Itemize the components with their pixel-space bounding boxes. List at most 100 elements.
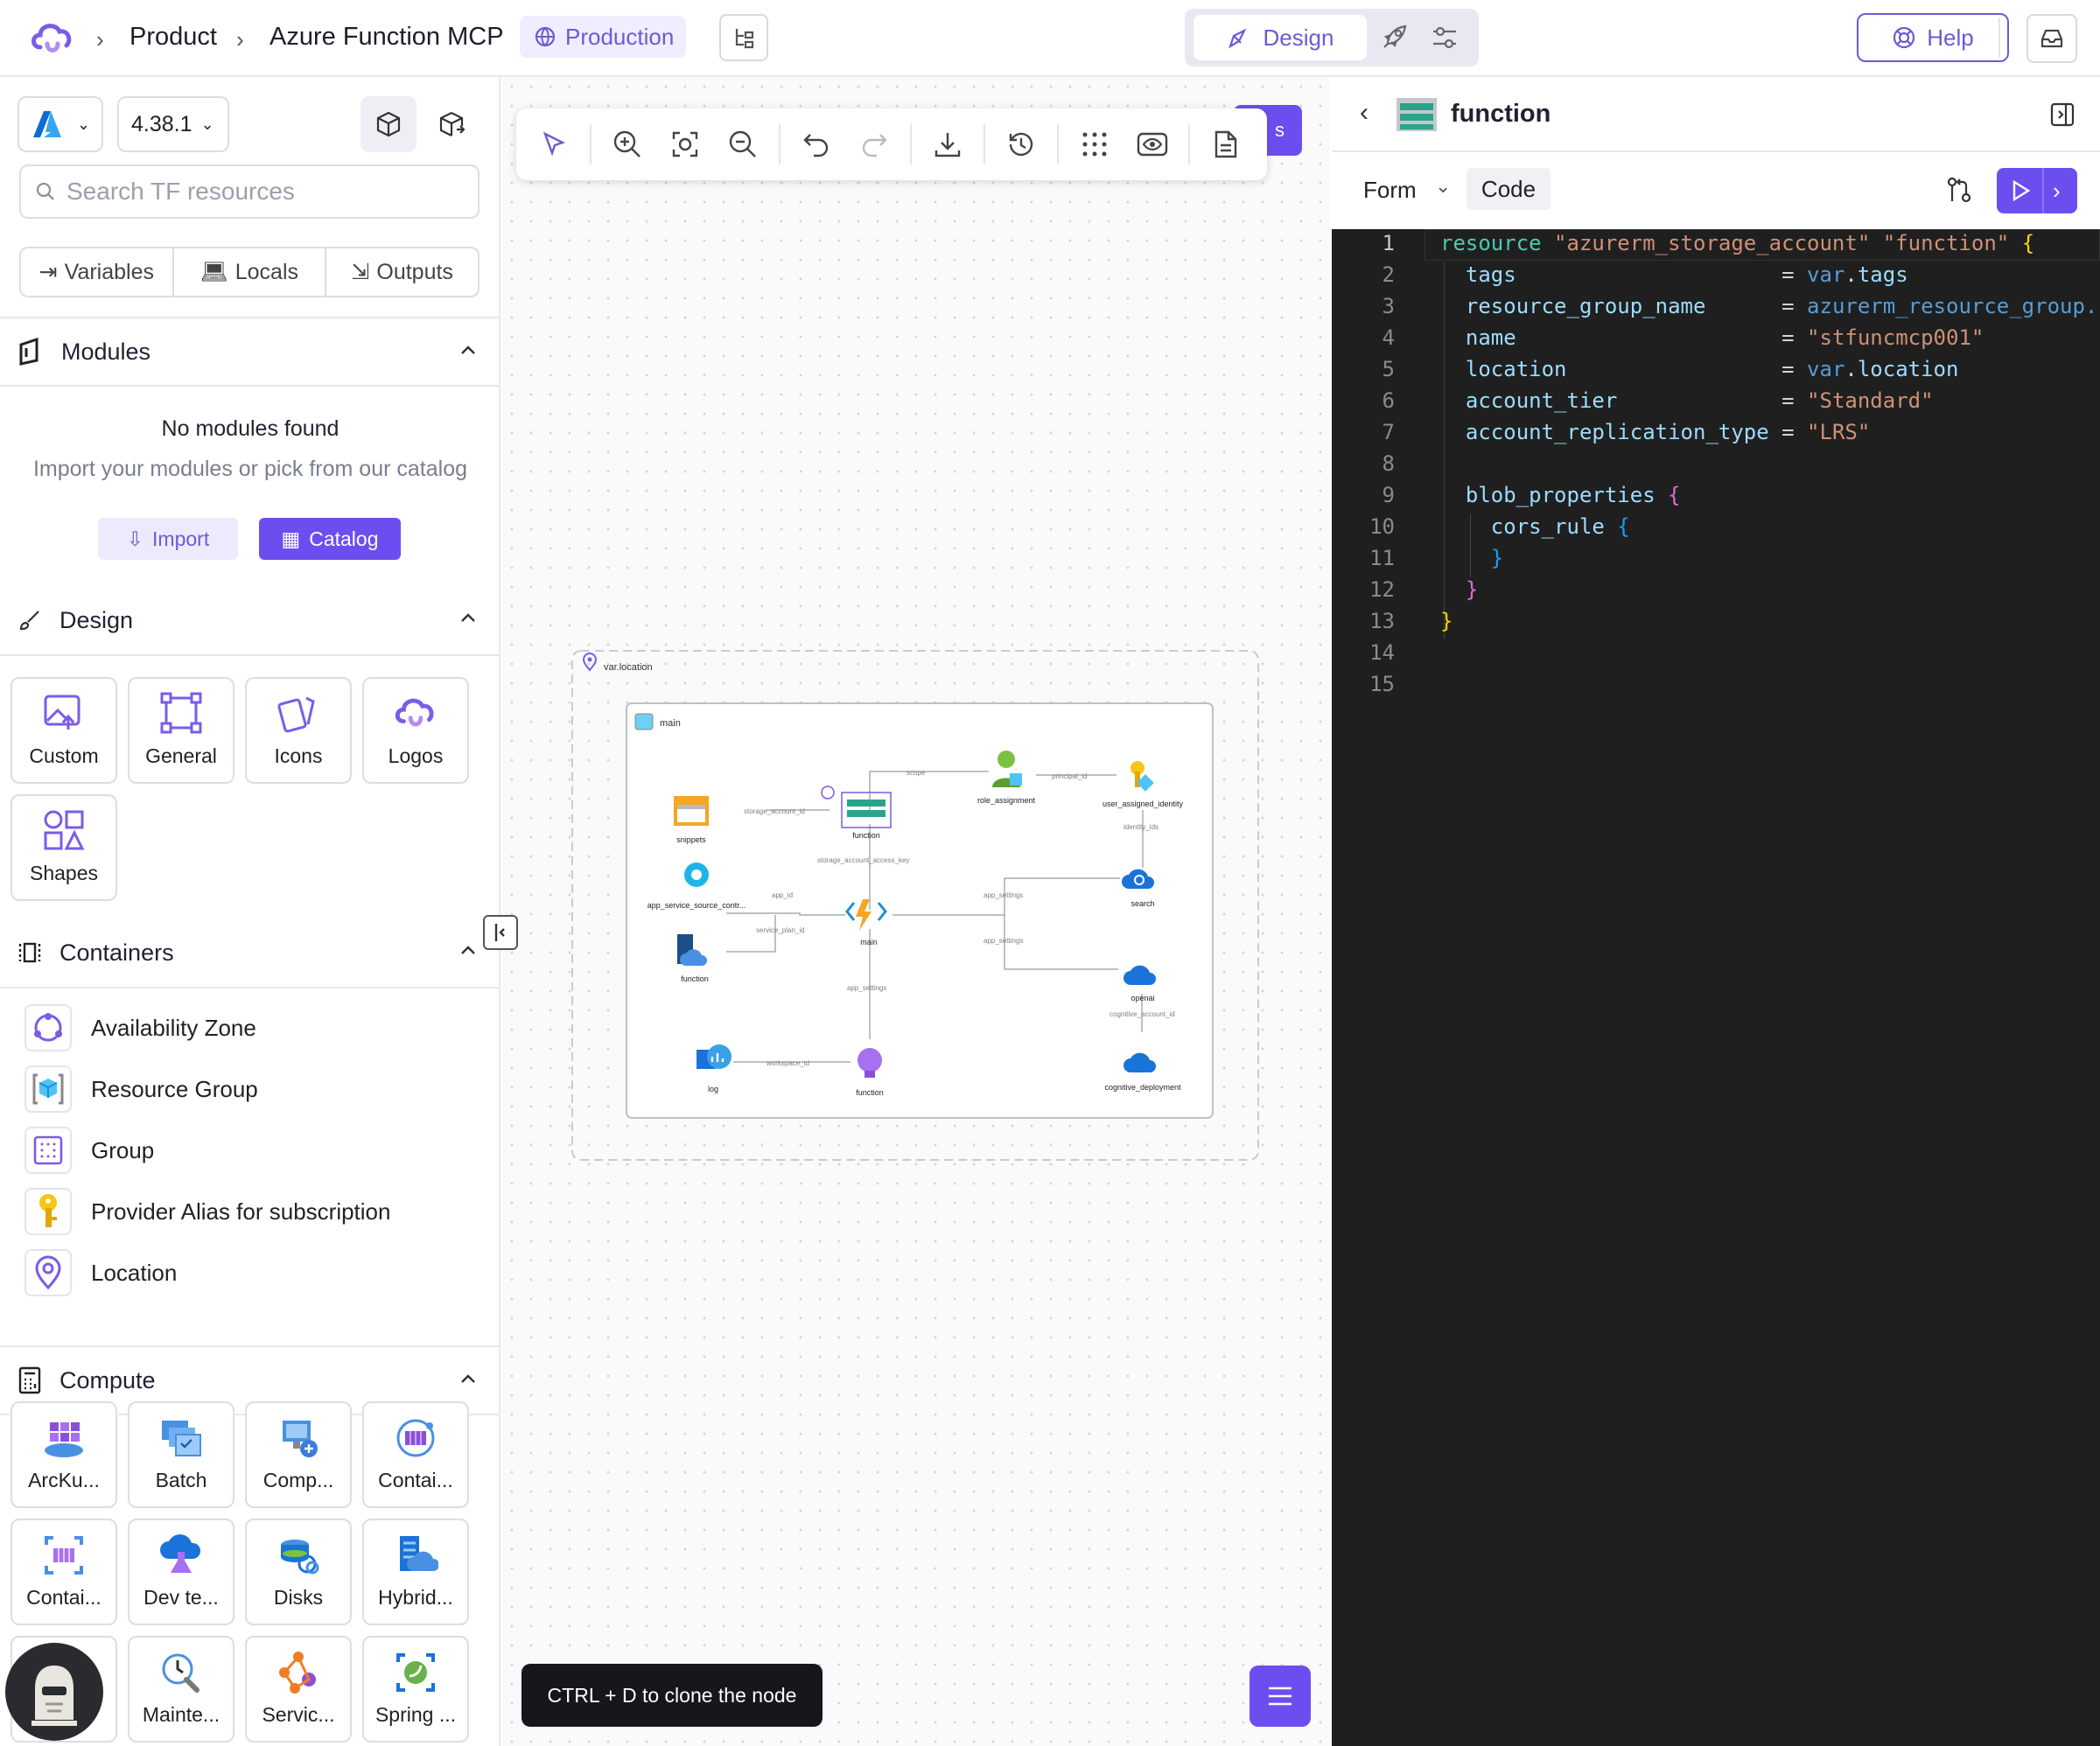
toolbar-divider: [984, 124, 985, 164]
divider: [1998, 17, 2000, 58]
line-number: 15: [1369, 672, 1395, 696]
redo-button[interactable]: [845, 115, 903, 173]
canvas-menu-button[interactable]: [1250, 1666, 1311, 1727]
code-editor[interactable]: 1 2 3 4 5 6 7 8 9 10 11 12 13 14 15 reso…: [1332, 229, 2100, 1746]
undo-button[interactable]: [788, 115, 845, 173]
compute-tile-dev-test[interactable]: Dev te...: [128, 1519, 234, 1625]
container-item-group[interactable]: Group: [24, 1125, 154, 1176]
app-logo-icon[interactable]: [28, 17, 77, 58]
chevron-down-icon[interactable]: ⌄: [1435, 175, 1451, 198]
code-line: resource_group_name = azurerm_resource_g…: [1465, 294, 2098, 318]
resource-group-icon: [24, 1065, 72, 1113]
history-button[interactable]: [992, 115, 1050, 173]
history-icon: [1009, 132, 1033, 157]
compute-tile-label: Servic...: [262, 1703, 335, 1726]
compute-tile-disks[interactable]: Disks: [245, 1519, 352, 1625]
download-button[interactable]: [919, 115, 976, 173]
design-tile-logos[interactable]: Logos: [362, 677, 469, 784]
availability-zone-icon: [24, 1004, 72, 1051]
collapse-sidebar-button[interactable]: [483, 915, 518, 950]
tab-outputs[interactable]: ⇲ Outputs: [326, 248, 478, 296]
inbox-button[interactable]: [2026, 14, 2077, 63]
run-button[interactable]: ›: [1997, 168, 2077, 213]
document-icon: [1214, 130, 1237, 158]
code-tab[interactable]: Code: [1466, 168, 1550, 210]
node-label: function: [856, 1088, 884, 1097]
architecture-diagram[interactable]: var.location main scope principal_id sto…: [569, 647, 1262, 1163]
catalog-button[interactable]: ▦ Catalog: [259, 518, 401, 560]
provider-select[interactable]: ⌄: [18, 96, 103, 152]
design-tile-shapes[interactable]: Shapes: [10, 794, 117, 901]
line-number: 10: [1369, 514, 1395, 539]
toolbar-divider: [779, 124, 780, 164]
compute-tile-arc-kubernetes[interactable]: ArcKu...: [10, 1401, 117, 1508]
preview-button[interactable]: [1124, 115, 1181, 173]
design-section-header[interactable]: Design: [0, 586, 499, 656]
cube-import-icon: [439, 112, 466, 136]
compute-tile-batch[interactable]: Batch: [128, 1401, 234, 1508]
cube-icon: [376, 111, 401, 137]
edge-label: identity_ids: [1124, 823, 1158, 831]
container-item-provider-alias[interactable]: Provider Alias for subscription: [24, 1186, 390, 1237]
git-compare-icon[interactable]: [1944, 175, 1974, 205]
line-number: 4: [1382, 325, 1395, 350]
hybrid-icon: [400, 1536, 438, 1571]
design-tile-custom[interactable]: Custom: [10, 677, 117, 784]
hierarchy-button[interactable]: [719, 14, 768, 61]
form-tab[interactable]: Form: [1363, 177, 1417, 204]
user-avatar[interactable]: [5, 1643, 103, 1741]
chevron-right-icon[interactable]: ›: [2053, 178, 2061, 205]
container-item-availability-zone[interactable]: Availability Zone: [24, 1002, 256, 1053]
container-item-label: Resource Group: [91, 1075, 258, 1102]
rocket-icon[interactable]: [1379, 21, 1410, 52]
code-line: blob_properties {: [1465, 483, 1681, 507]
back-chevron-icon[interactable]: ‹: [1360, 98, 1368, 128]
design-title: Design: [60, 606, 134, 633]
export-icon: ⇲: [351, 260, 370, 284]
container-item-resource-group[interactable]: Resource Group: [24, 1064, 258, 1114]
line-number: 9: [1382, 483, 1395, 507]
compute-tile-service-fabric[interactable]: Servic...: [245, 1636, 352, 1743]
help-button[interactable]: Help: [1857, 13, 2009, 62]
batch-icon: [162, 1421, 201, 1456]
tab-variables[interactable]: ⇥ Variables: [21, 248, 174, 296]
breadcrumb-project[interactable]: Azure Function MCP: [270, 23, 504, 52]
select-tool-button[interactable]: [525, 115, 583, 173]
compute-tile-container-instances[interactable]: Contai...: [10, 1519, 117, 1625]
tab-locals[interactable]: 💻︎ Locals: [174, 248, 327, 296]
compute-tile-maintenance[interactable]: Mainte...: [128, 1636, 234, 1743]
environment-badge[interactable]: Production: [520, 16, 686, 58]
resources-view-button[interactable]: [360, 96, 416, 152]
azure-logo-icon: [33, 111, 61, 137]
node-label: openai: [1130, 994, 1154, 1002]
design-tile-general[interactable]: General: [128, 677, 234, 784]
compute-tile-container-apps[interactable]: Contai...: [362, 1401, 469, 1508]
mode-switcher: Design: [1185, 9, 1479, 66]
panel-toggle-icon[interactable]: [2049, 101, 2076, 128]
zoom-in-button[interactable]: [598, 115, 656, 173]
design-mode-button[interactable]: Design: [1194, 15, 1367, 60]
avatar-illustration-icon: [32, 1666, 77, 1726]
fit-view-button[interactable]: [656, 115, 714, 173]
resource-search-input[interactable]: Search TF resources: [19, 164, 480, 219]
modules-section-header[interactable]: Modules: [0, 317, 499, 387]
zoom-out-button[interactable]: [714, 115, 772, 173]
containers-section-header[interactable]: Containers: [0, 918, 499, 988]
container-item-location[interactable]: Location: [24, 1247, 177, 1298]
compute-tile-hybrid[interactable]: Hybrid...: [362, 1519, 469, 1625]
node-snippets[interactable]: snippets: [674, 796, 709, 844]
location-pin-icon: [24, 1249, 72, 1296]
grid-toggle-button[interactable]: [1066, 115, 1124, 173]
modules-title: Modules: [61, 338, 151, 365]
import-button[interactable]: ⇩ Import: [98, 518, 238, 560]
modules-view-button[interactable]: [424, 96, 480, 152]
design-tile-icons[interactable]: Icons: [245, 677, 352, 784]
document-button[interactable]: [1197, 115, 1255, 173]
compute-tile-spring-apps[interactable]: Spring ...: [362, 1636, 469, 1743]
compute-tile-compute[interactable]: Comp...: [245, 1401, 352, 1508]
settings-sliders-icon[interactable]: [1430, 23, 1460, 52]
play-icon: [2012, 179, 2031, 202]
breadcrumb-product[interactable]: Product: [130, 23, 217, 52]
provider-version-select[interactable]: 4.38.1 ⌄: [117, 96, 229, 152]
line-number: 6: [1382, 388, 1395, 413]
